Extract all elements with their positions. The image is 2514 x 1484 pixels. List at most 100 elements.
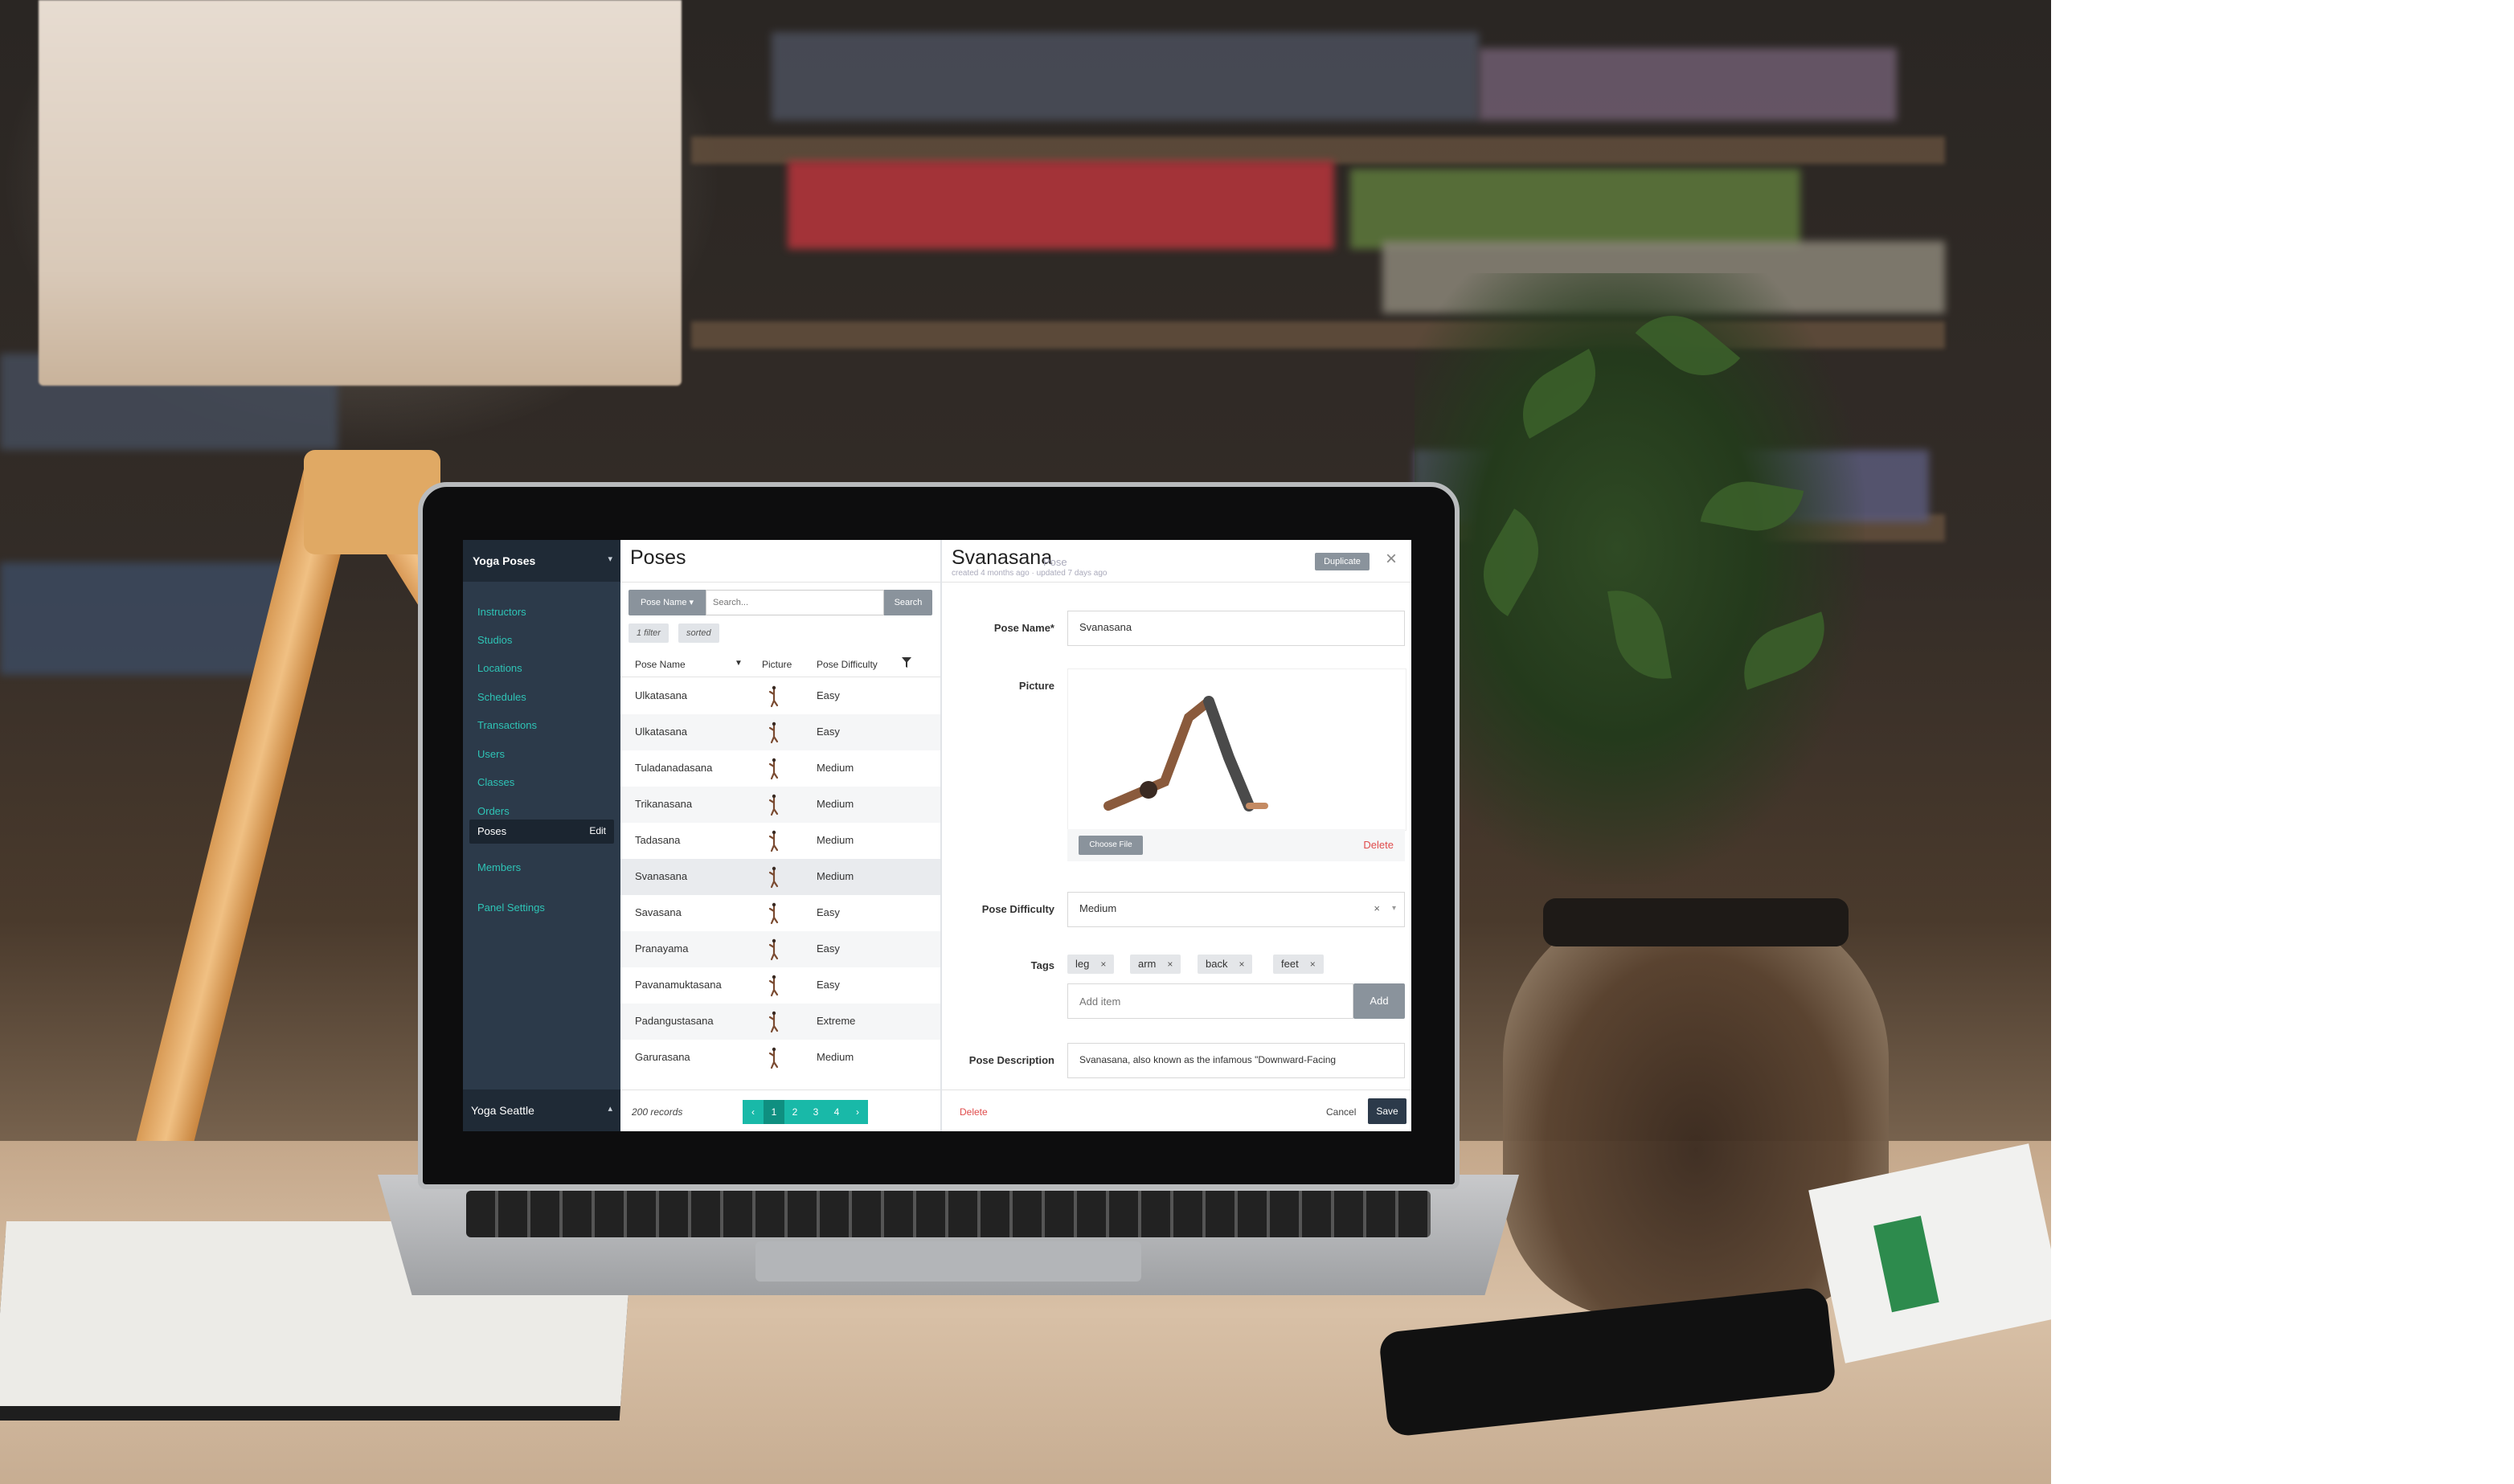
record-count: 200 records: [632, 1106, 683, 1118]
search-input[interactable]: [706, 590, 884, 615]
edit-link[interactable]: Edit: [589, 825, 606, 836]
prev-page-button[interactable]: ‹: [743, 1100, 764, 1124]
pose-name-cell: Trikanasana: [635, 798, 693, 810]
pose-name-input[interactable]: Svanasana: [1067, 611, 1405, 646]
sidebar-item-classes[interactable]: Classes: [477, 776, 514, 788]
sort-desc-icon[interactable]: ▼: [735, 659, 743, 668]
table-row[interactable]: Ulkatasana Easy: [620, 714, 940, 750]
table-row[interactable]: Garurasana Medium: [620, 1040, 940, 1076]
pose-thumbnail-icon: [762, 721, 786, 745]
table-row[interactable]: Svanasana Medium: [620, 859, 940, 895]
difficulty-cell: Medium: [817, 834, 854, 846]
sidebar-item-users[interactable]: Users: [477, 748, 505, 760]
table-row[interactable]: Padangustasana Extreme: [620, 1004, 940, 1040]
description-input[interactable]: Svanasana, also known as the infamous "D…: [1067, 1043, 1405, 1078]
sort-chip[interactable]: sorted: [678, 623, 719, 643]
pose-name-cell: Padangustasana: [635, 1015, 714, 1027]
poses-list-panel: Poses Pose Name ▾ Search 1 filter sorted…: [620, 540, 942, 1131]
search-field-dropdown[interactable]: Pose Name ▾: [628, 590, 706, 615]
remove-tag-icon[interactable]: ×: [1239, 959, 1244, 970]
difficulty-label: Pose Difficulty: [981, 903, 1054, 915]
clear-icon[interactable]: ×: [1374, 893, 1380, 925]
pose-name-cell: Ulkatasana: [635, 726, 688, 738]
sidebar-footer[interactable]: Yoga Seattle ▴: [463, 1089, 620, 1131]
difficulty-cell: Easy: [817, 689, 840, 701]
sidebar-header[interactable]: Yoga Poses ▾: [463, 540, 620, 582]
sidebar-item-orders[interactable]: Orders: [477, 805, 510, 817]
difficulty-cell: Easy: [817, 906, 840, 918]
sidebar-item-instructors[interactable]: Instructors: [477, 606, 526, 618]
difficulty-value: Medium: [1079, 902, 1117, 914]
tag-chip: arm ×: [1130, 955, 1181, 974]
sidebar-item-locations[interactable]: Locations: [477, 662, 522, 674]
table-row[interactable]: Trikanasana Medium: [620, 787, 940, 823]
chevron-down-icon[interactable]: ▾: [1392, 893, 1396, 925]
column-header-difficulty[interactable]: Pose Difficulty: [817, 659, 878, 670]
page-button[interactable]: 3: [805, 1100, 826, 1124]
delete-record-link[interactable]: Delete: [960, 1106, 988, 1118]
sidebar-item-schedules[interactable]: Schedules: [477, 691, 526, 703]
table-row[interactable]: Tuladanadasana Medium: [620, 750, 940, 787]
sidebar-item-members[interactable]: Members: [477, 861, 521, 873]
sidebar-item-poses[interactable]: Poses Edit: [469, 820, 614, 844]
cancel-button[interactable]: Cancel: [1326, 1106, 1356, 1118]
save-button[interactable]: Save: [1368, 1098, 1406, 1124]
pose-thumbnail-icon: [762, 938, 786, 962]
add-tag-button[interactable]: Add: [1353, 983, 1405, 1019]
divider: [942, 582, 1411, 583]
app-screen: Yoga Poses ▾ Instructors Studios Locatio…: [463, 540, 1411, 1131]
column-header-picture[interactable]: Picture: [762, 659, 792, 670]
search-button[interactable]: Search: [884, 590, 932, 615]
sidebar-item-transactions[interactable]: Transactions: [477, 719, 537, 731]
sidebar: Yoga Poses ▾ Instructors Studios Locatio…: [463, 540, 620, 1131]
difficulty-cell: Medium: [817, 1051, 854, 1063]
table-header: Pose Name ▼ Picture Pose Difficulty: [620, 652, 940, 677]
table-row[interactable]: Savasana Easy: [620, 895, 940, 931]
filter-chip[interactable]: 1 filter: [628, 623, 669, 643]
caret-up-icon[interactable]: ▴: [608, 1103, 612, 1114]
table-row[interactable]: Tadasana Medium: [620, 823, 940, 859]
page-button[interactable]: 1: [764, 1100, 784, 1124]
page-button[interactable]: 2: [784, 1100, 805, 1124]
remove-tag-icon[interactable]: ×: [1310, 959, 1316, 970]
difficulty-cell: Easy: [817, 726, 840, 738]
column-header-pose-name[interactable]: Pose Name: [635, 659, 686, 670]
difficulty-cell: Medium: [817, 762, 854, 774]
caret-down-icon[interactable]: ▾: [608, 554, 612, 564]
plant-leaf: [1607, 583, 1672, 687]
app-title: Yoga Poses: [473, 554, 536, 567]
laptop-keyboard: [466, 1191, 1431, 1237]
page-button[interactable]: 4: [826, 1100, 847, 1124]
pose-thumbnail-icon: [762, 1010, 786, 1034]
table-row[interactable]: Ulkatasana Easy: [620, 678, 940, 714]
remove-tag-icon[interactable]: ×: [1167, 959, 1173, 970]
record-type: Pose: [1043, 556, 1067, 568]
laptop-trackpad: [755, 1241, 1141, 1282]
table-row[interactable]: Pavanamuktasana Easy: [620, 967, 940, 1004]
table-row[interactable]: Pranayama Easy: [620, 931, 940, 967]
filter-icon[interactable]: [902, 657, 911, 671]
close-icon[interactable]: ×: [1386, 548, 1397, 570]
pose-picture: [1067, 668, 1406, 831]
pose-thumbnail-icon: [762, 793, 786, 817]
add-tag-input[interactable]: [1067, 983, 1353, 1019]
tag-label: feet: [1281, 958, 1299, 970]
next-page-button[interactable]: ›: [847, 1100, 868, 1124]
book-spine: [772, 32, 1479, 121]
pose-thumbnail-icon: [762, 757, 786, 781]
panel-settings-link[interactable]: Panel Settings: [477, 901, 545, 914]
workspace-name: Yoga Seattle: [471, 1104, 534, 1117]
remove-tag-icon[interactable]: ×: [1100, 959, 1106, 970]
duplicate-button[interactable]: Duplicate: [1315, 553, 1370, 570]
pose-name-cell: Ulkatasana: [635, 689, 688, 701]
pose-thumbnail-icon: [762, 865, 786, 889]
sidebar-item-studios[interactable]: Studios: [477, 634, 512, 646]
pack-stripe: [1873, 1216, 1939, 1313]
delete-picture-link[interactable]: Delete: [1363, 839, 1394, 851]
detail-footer: Delete Cancel Save: [942, 1089, 1411, 1131]
pose-thumbnail-icon: [762, 1046, 786, 1070]
potted-plant: [1415, 273, 1865, 884]
choose-file-button[interactable]: Choose File: [1079, 836, 1143, 855]
difficulty-cell: Easy: [817, 942, 840, 955]
difficulty-select[interactable]: Medium × ▾: [1067, 892, 1405, 927]
